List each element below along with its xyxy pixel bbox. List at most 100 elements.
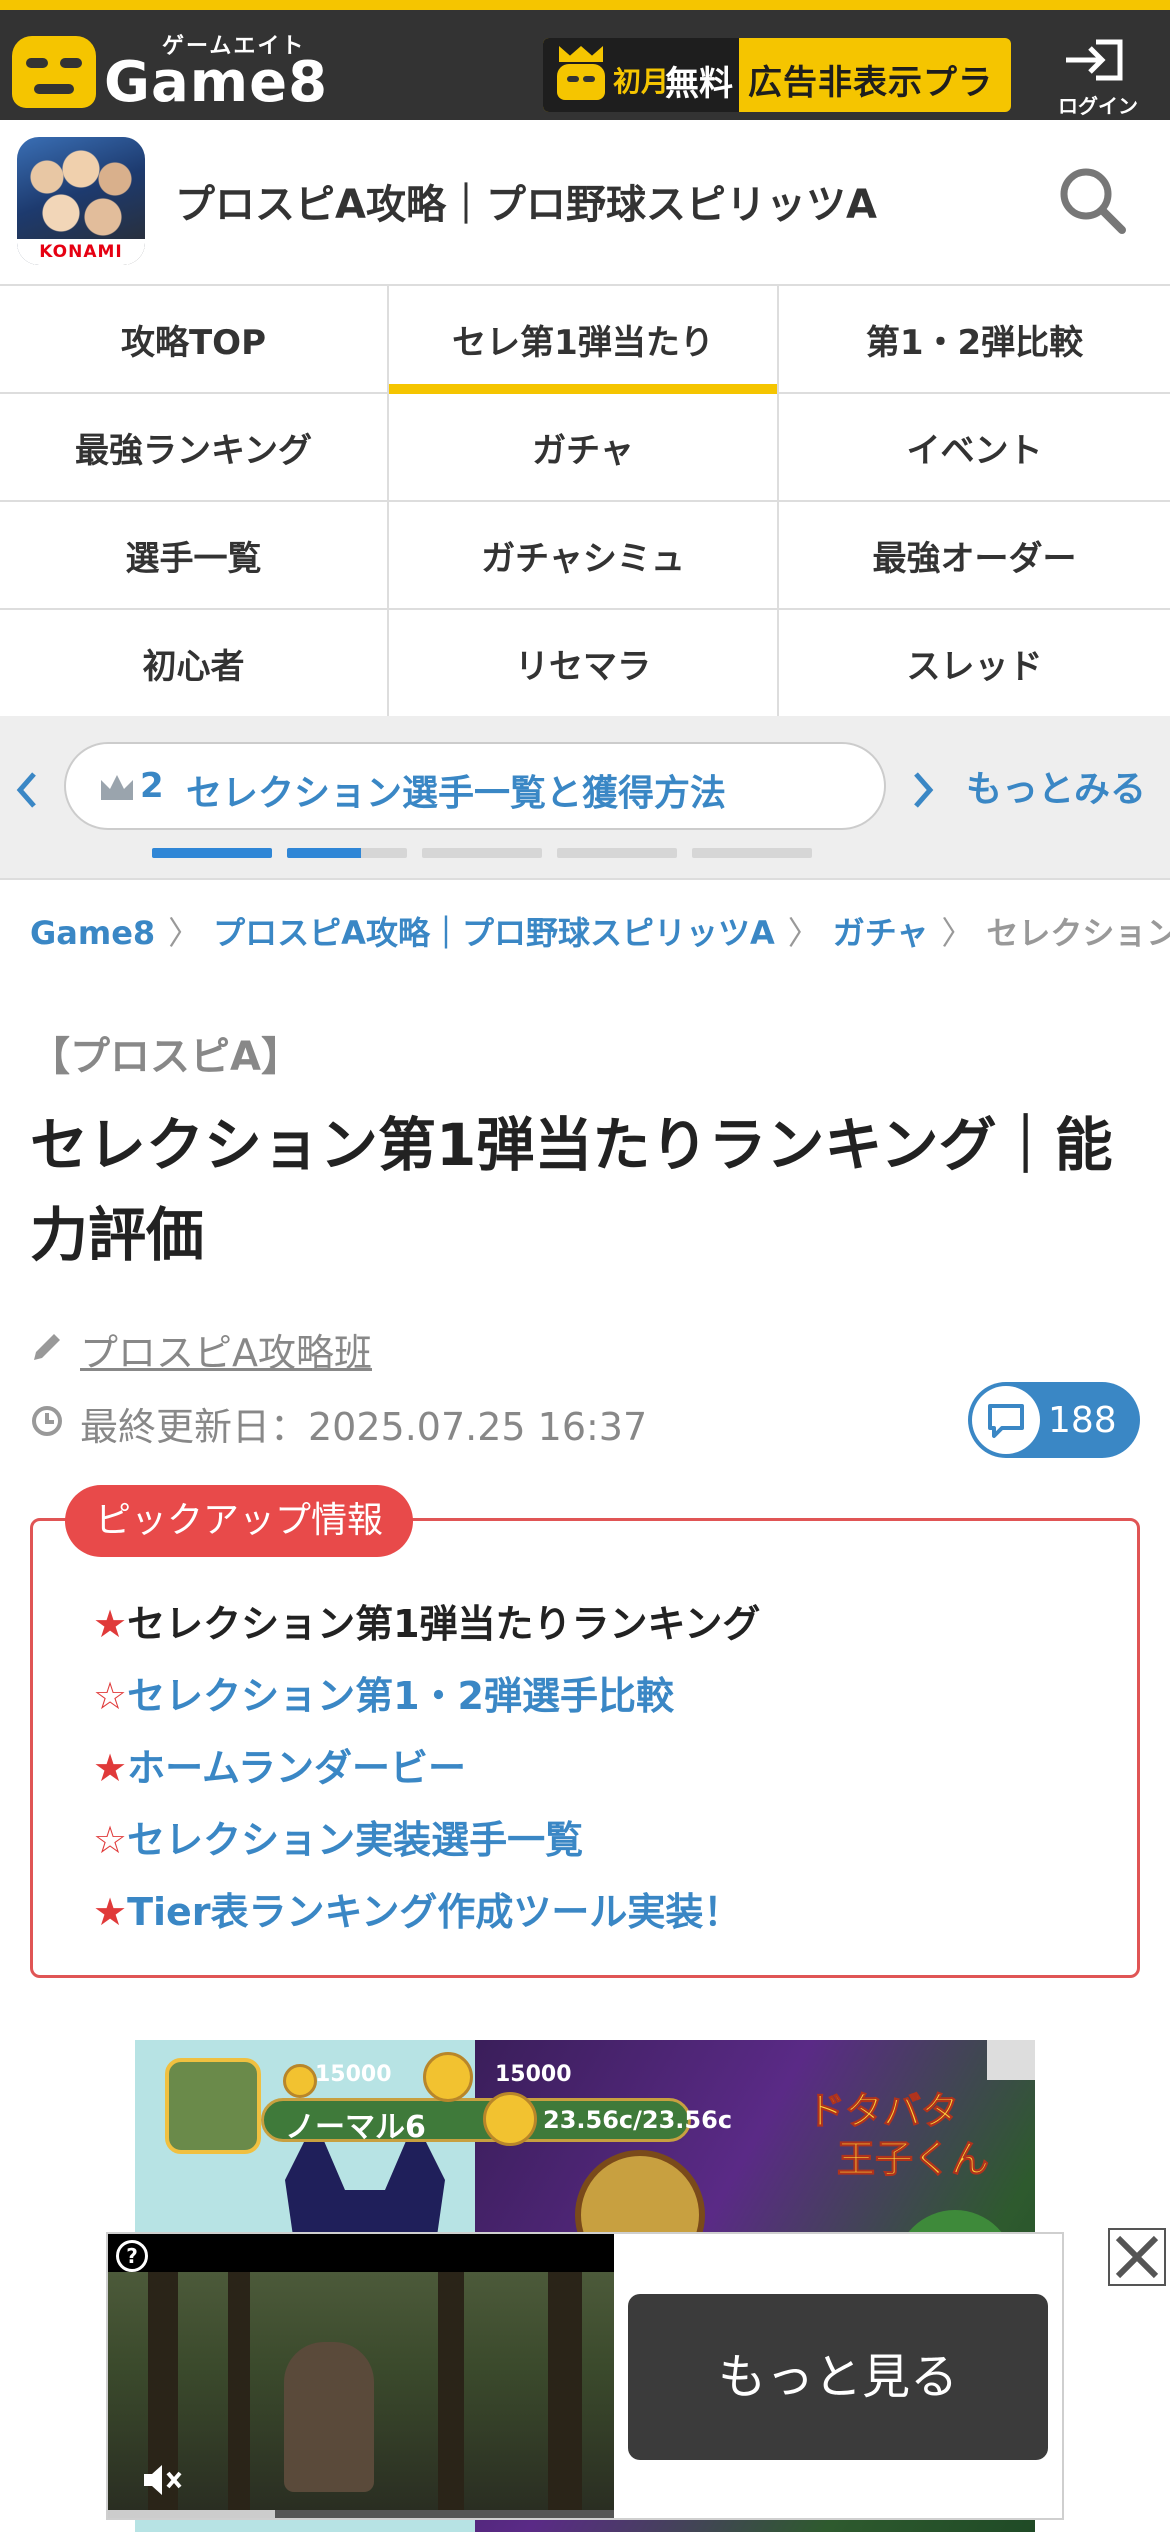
breadcrumb-separator: 〉: [168, 914, 201, 952]
pickup-item-label: セレクション第1弾当たりランキング: [127, 1602, 761, 1646]
login-label: ログイン: [1058, 94, 1138, 118]
breadcrumb: Game8〉プロスピA攻略｜プロ野球スピリッツA〉ガチャ〉セレクション第1弾当た…: [30, 908, 1170, 958]
ticker-dot[interactable]: [422, 848, 542, 858]
pickup-item-label: セレクション第1・2弾選手比較: [127, 1674, 674, 1718]
game8-logo[interactable]: ゲームエイト Game8: [12, 26, 382, 116]
ticker-item[interactable]: 2 セレクション選手一覧と獲得方法: [64, 742, 886, 830]
ticker-dot[interactable]: [692, 848, 812, 858]
search-icon[interactable]: [1052, 160, 1132, 240]
nav-strongest-ranking[interactable]: 最強ランキング: [0, 394, 389, 502]
pickup-list: ★セレクション第1弾当たりランキング ☆セレクション第1・2弾選手比較 ★ホーム…: [93, 1593, 1123, 1953]
login-button[interactable]: ログイン: [1048, 30, 1148, 120]
breadcrumb-current: セレクション第1弾当たりランキング｜能力評価: [986, 914, 1170, 952]
nav-best-order[interactable]: 最強オーダー: [779, 502, 1170, 610]
ticker-dot[interactable]: [557, 848, 677, 858]
ad-gold-right: 15000: [495, 2062, 572, 2087]
game-app-icon[interactable]: KONAMI: [17, 137, 145, 265]
star-icon: ★: [93, 1890, 128, 1934]
site-header: ゲームエイト Game8 初月 無料 広告非表示プラン ログイン: [0, 0, 1170, 120]
nav-selection-1-ranking[interactable]: セレ第1弾当たり: [389, 286, 779, 394]
clock-icon: [32, 1406, 62, 1436]
ticker-more-link[interactable]: もっとみる: [966, 760, 1146, 812]
ticker-text: セレクション選手一覧と獲得方法: [186, 773, 727, 814]
star-icon: ★: [93, 1602, 128, 1646]
nav-thread[interactable]: スレッド: [779, 610, 1170, 718]
game-header: KONAMI プロスピA攻略｜プロ野球スピリッツA: [0, 120, 1170, 284]
ad-logo-line2: 王子くん: [836, 2137, 990, 2182]
breadcrumb-gacha[interactable]: ガチャ: [833, 914, 929, 952]
pencil-icon: [34, 1334, 60, 1360]
game-nav-grid: 攻略TOP セレ第1弾当たり 第1・2弾比較 最強ランキング ガチャ イベント …: [0, 284, 1170, 718]
nav-player-list[interactable]: 選手一覧: [0, 502, 389, 610]
ticker-dot[interactable]: [152, 848, 272, 858]
chevron-left-icon[interactable]: [14, 768, 38, 812]
nav-beginner[interactable]: 初心者: [0, 610, 389, 718]
author-link[interactable]: プロスピA攻略班: [80, 1322, 372, 1377]
chevron-right-icon[interactable]: [912, 768, 936, 812]
mute-icon[interactable]: [140, 2460, 184, 2500]
pickup-item[interactable]: ★Tier表ランキング作成ツール実装！: [93, 1881, 1123, 1953]
ad-info-tab[interactable]: [987, 2040, 1035, 2080]
ad-stage-label: ノーマル6: [285, 2110, 426, 2145]
ranking-ticker: 2 セレクション選手一覧と獲得方法 もっとみる: [0, 716, 1170, 880]
pickup-badge: ピックアップ情報: [65, 1485, 414, 1557]
pickup-box: ピックアップ情報 ★セレクション第1弾当たりランキング ☆セレクション第1・2弾…: [30, 1485, 1140, 1978]
article-pretitle: 【プロスピA】: [30, 1034, 301, 1080]
ticker-dot[interactable]: [287, 848, 407, 858]
breadcrumb-game[interactable]: プロスピA攻略｜プロ野球スピリッツA: [213, 914, 775, 952]
ad-hp-label: 23.56c/23.56c: [543, 2106, 733, 2134]
see-more-button[interactable]: もっと見る: [628, 2294, 1048, 2460]
comment-icon: [988, 1404, 1024, 1438]
comment-button[interactable]: 188: [968, 1382, 1140, 1458]
login-icon: [1066, 39, 1123, 81]
ticker-pagination: [152, 848, 812, 860]
video-progress-bar[interactable]: [108, 2510, 614, 2518]
close-icon[interactable]: [1108, 2228, 1166, 2286]
promo-plan-label: 広告非表示プラン: [748, 63, 993, 103]
crown-icon: [101, 775, 133, 800]
nav-event[interactable]: イベント: [779, 394, 1170, 502]
pickup-item[interactable]: ☆セレクション実装選手一覧: [93, 1809, 1123, 1881]
nav-gacha[interactable]: ガチャ: [389, 394, 779, 502]
ad-gold-left: 15000: [315, 2062, 392, 2087]
coin-icon: [423, 2052, 473, 2102]
breadcrumb-separator: 〉: [787, 914, 820, 952]
crown-mascot-icon: [553, 46, 609, 104]
mascot-icon: [12, 36, 96, 108]
coin-icon: [283, 2064, 317, 2098]
pickup-item-label: ホームランダービー: [127, 1746, 467, 1790]
video-player[interactable]: ?: [108, 2234, 614, 2518]
pickup-item-label: Tier表ランキング作成ツール実装！: [127, 1890, 742, 1934]
star-icon: ☆: [93, 1674, 128, 1718]
breadcrumb-home[interactable]: Game8: [30, 914, 155, 952]
coin-icon: [483, 2092, 537, 2146]
ad-logo-line1: ドタバタ: [806, 2089, 960, 2134]
pickup-item[interactable]: ☆セレクション第1・2弾選手比較: [93, 1665, 1123, 1737]
video-ad: ? もっと見る: [106, 2232, 1064, 2520]
ticker-rank: 2: [140, 766, 164, 806]
star-icon: ★: [93, 1746, 128, 1790]
nav-gacha-simulator[interactable]: ガチャシミュ: [389, 502, 779, 610]
breadcrumb-separator: 〉: [941, 914, 974, 952]
nav-compare-1-2[interactable]: 第1・2弾比較: [779, 286, 1170, 394]
star-icon: ☆: [93, 1818, 128, 1862]
ad-game-hud: 15000 15000 ノーマル6 23.56c/23.56c: [165, 2052, 732, 2154]
nav-reroll[interactable]: リセマラ: [389, 610, 779, 718]
promo-free: 無料: [665, 64, 733, 104]
game-title[interactable]: プロスピA攻略｜プロ野球スピリッツA: [175, 172, 877, 230]
pickup-item[interactable]: ★セレクション第1弾当たりランキング: [93, 1593, 1123, 1665]
pickup-item[interactable]: ★ホームランダービー: [93, 1737, 1123, 1809]
pickup-item-label: セレクション実装選手一覧: [127, 1818, 584, 1862]
konami-logo: KONAMI: [17, 239, 145, 265]
updated-date: 最終更新日：2025.07.25 16:37: [80, 1405, 648, 1449]
video-person: [284, 2342, 374, 2492]
ad-free-plan-banner[interactable]: 初月 無料 広告非表示プラン: [543, 38, 1011, 112]
comment-count: 188: [1048, 1400, 1117, 1441]
logo-text: Game8: [104, 50, 329, 115]
ad-character-avatar: [165, 2058, 261, 2154]
ad-help-icon[interactable]: ?: [116, 2240, 148, 2272]
nav-top[interactable]: 攻略TOP: [0, 286, 389, 394]
ad-game-logo: ドタバタ 王子くん: [806, 2080, 1007, 2190]
promo-first-month: 初月: [613, 65, 670, 98]
page-title: セレクション第1弾当たりランキング｜能力評価: [30, 1111, 1113, 1269]
